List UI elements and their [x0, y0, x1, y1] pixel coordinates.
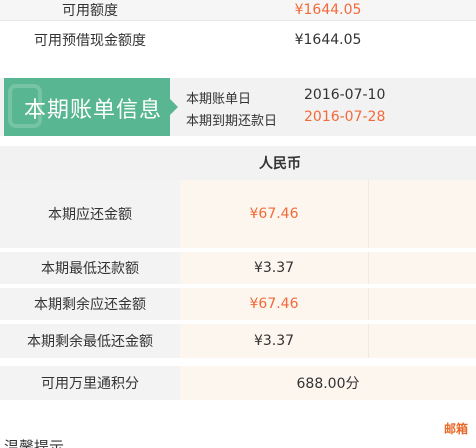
table-row: 本期最低还款额 ¥3.37: [0, 252, 476, 284]
row-value: ¥3.37: [180, 252, 368, 284]
row-label: 本期最低还款额: [0, 252, 180, 284]
currency-label: 人民币: [259, 156, 301, 172]
points-value: 688.00分: [180, 366, 476, 400]
row-label: 本期应还金额: [0, 180, 180, 248]
bill-date-value: 2016-07-10: [304, 87, 386, 103]
table-row: 本期剩余应还金额 ¥67.46: [0, 288, 476, 320]
available-cash-label: 可用预借现金额度: [0, 21, 180, 58]
currency-header: 人民币: [0, 146, 476, 180]
statement-title: 本期账单信息: [24, 98, 163, 123]
mail-link[interactable]: 邮箱: [444, 420, 468, 437]
available-credit-row: 可用额度 ¥1644.05: [0, 0, 476, 20]
table-row: 本期剩余最低还金额 ¥3.37: [0, 324, 476, 358]
row-spacer: [368, 252, 476, 284]
row-value: ¥67.46: [180, 180, 368, 248]
bill-date-label: 本期账单日: [186, 92, 252, 107]
available-cash-row: 可用预借现金额度 ¥1644.05: [0, 20, 476, 58]
due-date-label: 本期到期还款日: [186, 114, 278, 129]
available-credit-label: 可用额度: [0, 0, 180, 20]
row-value: ¥67.46: [180, 288, 368, 320]
points-label: 可用万里通积分: [0, 366, 180, 400]
due-date-value: 2016-07-28: [304, 109, 386, 125]
row-spacer: [368, 180, 476, 248]
statement-badge: 本期账单信息: [4, 78, 170, 136]
row-label: 本期剩余应还金额: [0, 288, 180, 320]
tips-heading: 温馨提示: [4, 438, 65, 448]
statement-header: 本期账单信息 本期账单日 2016-07-10 本期到期还款日 2016-07-…: [0, 78, 476, 136]
available-credit-value: ¥1644.05: [180, 0, 476, 20]
row-value: ¥3.37: [180, 324, 368, 358]
available-cash-value: ¥1644.05: [180, 21, 476, 58]
row-spacer: [368, 288, 476, 320]
badge-arrow: [170, 99, 178, 115]
table-row: 本期应还金额 ¥67.46: [0, 180, 476, 248]
row-label: 本期剩余最低还金额: [0, 324, 180, 358]
row-spacer: [368, 324, 476, 358]
points-row: 可用万里通积分 688.00分: [0, 366, 476, 400]
